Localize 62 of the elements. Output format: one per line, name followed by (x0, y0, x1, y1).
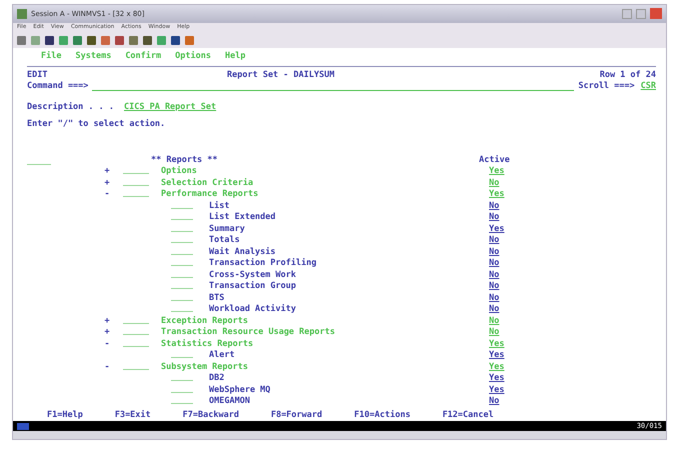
report-label: Selection Criteria (161, 178, 254, 190)
reports-header: ** Reports ** (151, 154, 219, 166)
tree-marker[interactable]: - (103, 362, 111, 374)
minimize-button[interactable] (622, 8, 632, 19)
function-key[interactable]: F7=Backward (182, 410, 239, 422)
active-value[interactable]: No (489, 292, 500, 304)
active-value[interactable]: No (489, 212, 500, 224)
report-label: Exception Reports (161, 316, 249, 327)
panel-title: Report Set - DAILYSUM (227, 70, 336, 82)
report-label: Transaction Resource Usage Reports (161, 327, 336, 339)
report-label: Subsystem Reports (161, 362, 249, 374)
active-value[interactable]: No (489, 281, 500, 293)
report-label: BTS (209, 292, 226, 304)
active-value[interactable]: No (489, 304, 500, 316)
tree-marker[interactable]: - (103, 189, 111, 201)
function-key[interactable]: F3=Exit (114, 410, 151, 422)
instruction-text: Enter "/" to select action. (27, 119, 166, 131)
active-value[interactable]: No (489, 235, 500, 247)
active-value[interactable]: Yes (489, 384, 504, 396)
function-key[interactable]: F10=Actions (354, 410, 410, 422)
report-label: Totals (209, 235, 241, 247)
report-label: Statistics Reports (161, 338, 254, 350)
report-label: Workload Activity (209, 304, 297, 316)
report-label: Options (161, 166, 198, 178)
function-key[interactable]: F1=Help (47, 410, 83, 422)
panel-mode: EDIT (27, 70, 48, 82)
active-value[interactable]: Yes (489, 224, 504, 236)
tree-marker[interactable]: - (103, 338, 111, 350)
report-label: Summary (209, 224, 246, 236)
report-label: List (209, 200, 230, 212)
report-label: WebSphere MQ (209, 384, 272, 396)
tree-marker[interactable]: + (103, 178, 111, 190)
report-label: Alert (209, 350, 236, 362)
active-value[interactable]: No (489, 246, 500, 258)
active-value[interactable]: Yes (489, 373, 504, 385)
scroll-label: Scroll ===> (578, 81, 635, 93)
report-label: OMEGAMON (209, 396, 251, 408)
tree-marker[interactable]: + (103, 166, 111, 178)
function-key[interactable]: F12=Cancel (442, 410, 494, 422)
report-label: Wait Analysis (209, 246, 277, 258)
maximize-button[interactable] (636, 8, 646, 19)
function-key[interactable]: F8=Forward (270, 410, 322, 422)
tree-marker[interactable]: + (103, 316, 111, 328)
description-label: Description . . . (27, 102, 114, 114)
report-label: Cross-System Work (209, 270, 297, 281)
report-label: List Extended (209, 212, 277, 224)
app-icon (17, 8, 27, 19)
close-button[interactable] (650, 8, 662, 20)
active-value[interactable]: No (489, 200, 500, 212)
active-header: Active (479, 154, 510, 166)
active-value[interactable]: No (489, 396, 500, 408)
report-label: Transaction Group (209, 281, 297, 293)
row-info: Row 1 of 24 (600, 70, 656, 82)
active-value[interactable]: Yes (489, 350, 504, 362)
tree-marker[interactable]: + (103, 327, 111, 339)
command-label: Command ===> (27, 81, 88, 93)
report-label: Performance Reports (161, 189, 260, 201)
session-indicator (17, 422, 29, 430)
report-label: Transaction Profiling (209, 258, 318, 270)
active-value[interactable]: No (489, 258, 500, 270)
active-value[interactable]: No (489, 270, 500, 282)
report-label: DB2 (209, 373, 226, 385)
